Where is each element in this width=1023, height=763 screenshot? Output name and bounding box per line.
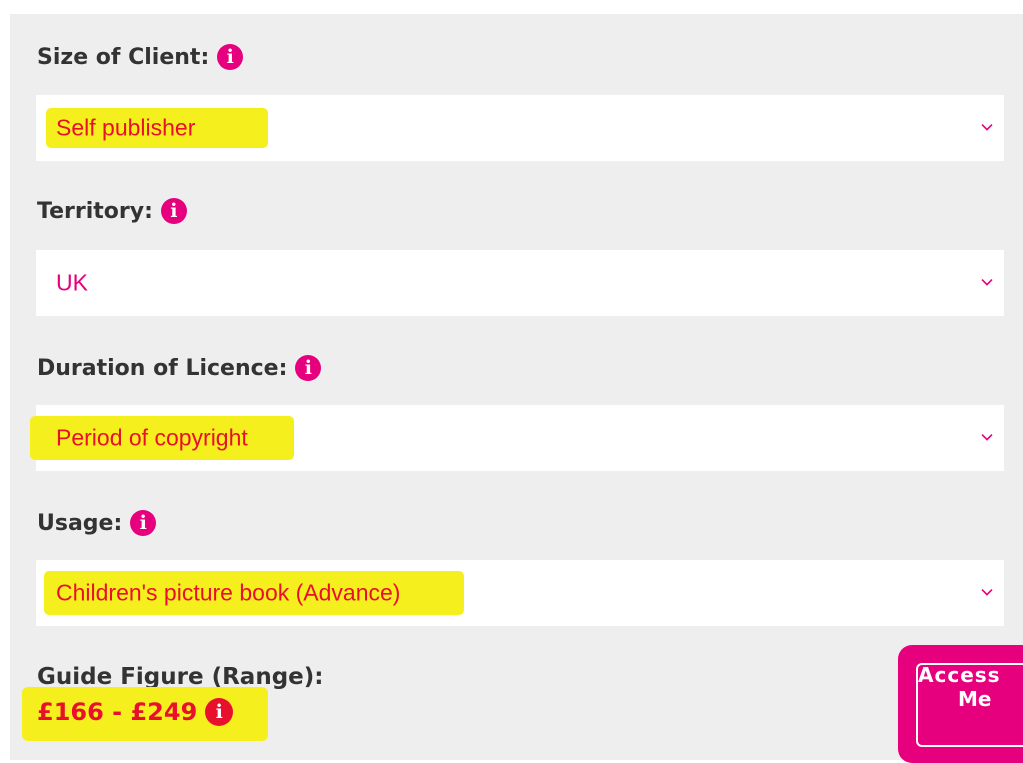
info-icon[interactable]: i (295, 355, 322, 381)
info-icon[interactable]: i (130, 510, 157, 536)
field-label: Usage: (37, 510, 123, 536)
select-value: Self publisher (56, 114, 196, 141)
access-button[interactable]: Access Me (898, 645, 1023, 763)
info-icon[interactable]: i (217, 44, 244, 70)
info-icon[interactable]: i (160, 198, 187, 224)
size-of-client-select[interactable]: Self publisher (36, 95, 1004, 161)
select-value: UK (56, 269, 88, 296)
chevron-down-icon (981, 279, 993, 286)
info-icon[interactable]: i (205, 698, 234, 726)
access-button-label-line2: Me (958, 687, 992, 711)
usage-select[interactable]: Children's picture book (Advance) (36, 560, 1004, 626)
label-duration-of-licence: Duration of Licence: i (37, 355, 322, 381)
chevron-down-icon (981, 124, 993, 131)
chevron-down-icon (981, 589, 993, 596)
label-usage: Usage: i (37, 510, 157, 536)
select-value: Children's picture book (Advance) (56, 579, 401, 606)
label-size-of-client: Size of Client: i (37, 44, 244, 70)
territory-select[interactable]: UK (36, 250, 1004, 316)
select-value: Period of copyright (56, 424, 248, 451)
chevron-down-icon (981, 434, 993, 441)
range-value: £166 - £249 (37, 698, 198, 726)
label-territory: Territory: i (37, 198, 187, 224)
duration-of-licence-select[interactable]: Period of copyright (30, 405, 1004, 471)
field-label: Size of Client: (37, 44, 210, 70)
access-button-label-line1: Access (918, 663, 1001, 687)
guide-figure-range: £166 - £249 i (37, 698, 234, 726)
field-label: Territory: (37, 198, 153, 224)
field-label: Duration of Licence: (37, 355, 288, 381)
